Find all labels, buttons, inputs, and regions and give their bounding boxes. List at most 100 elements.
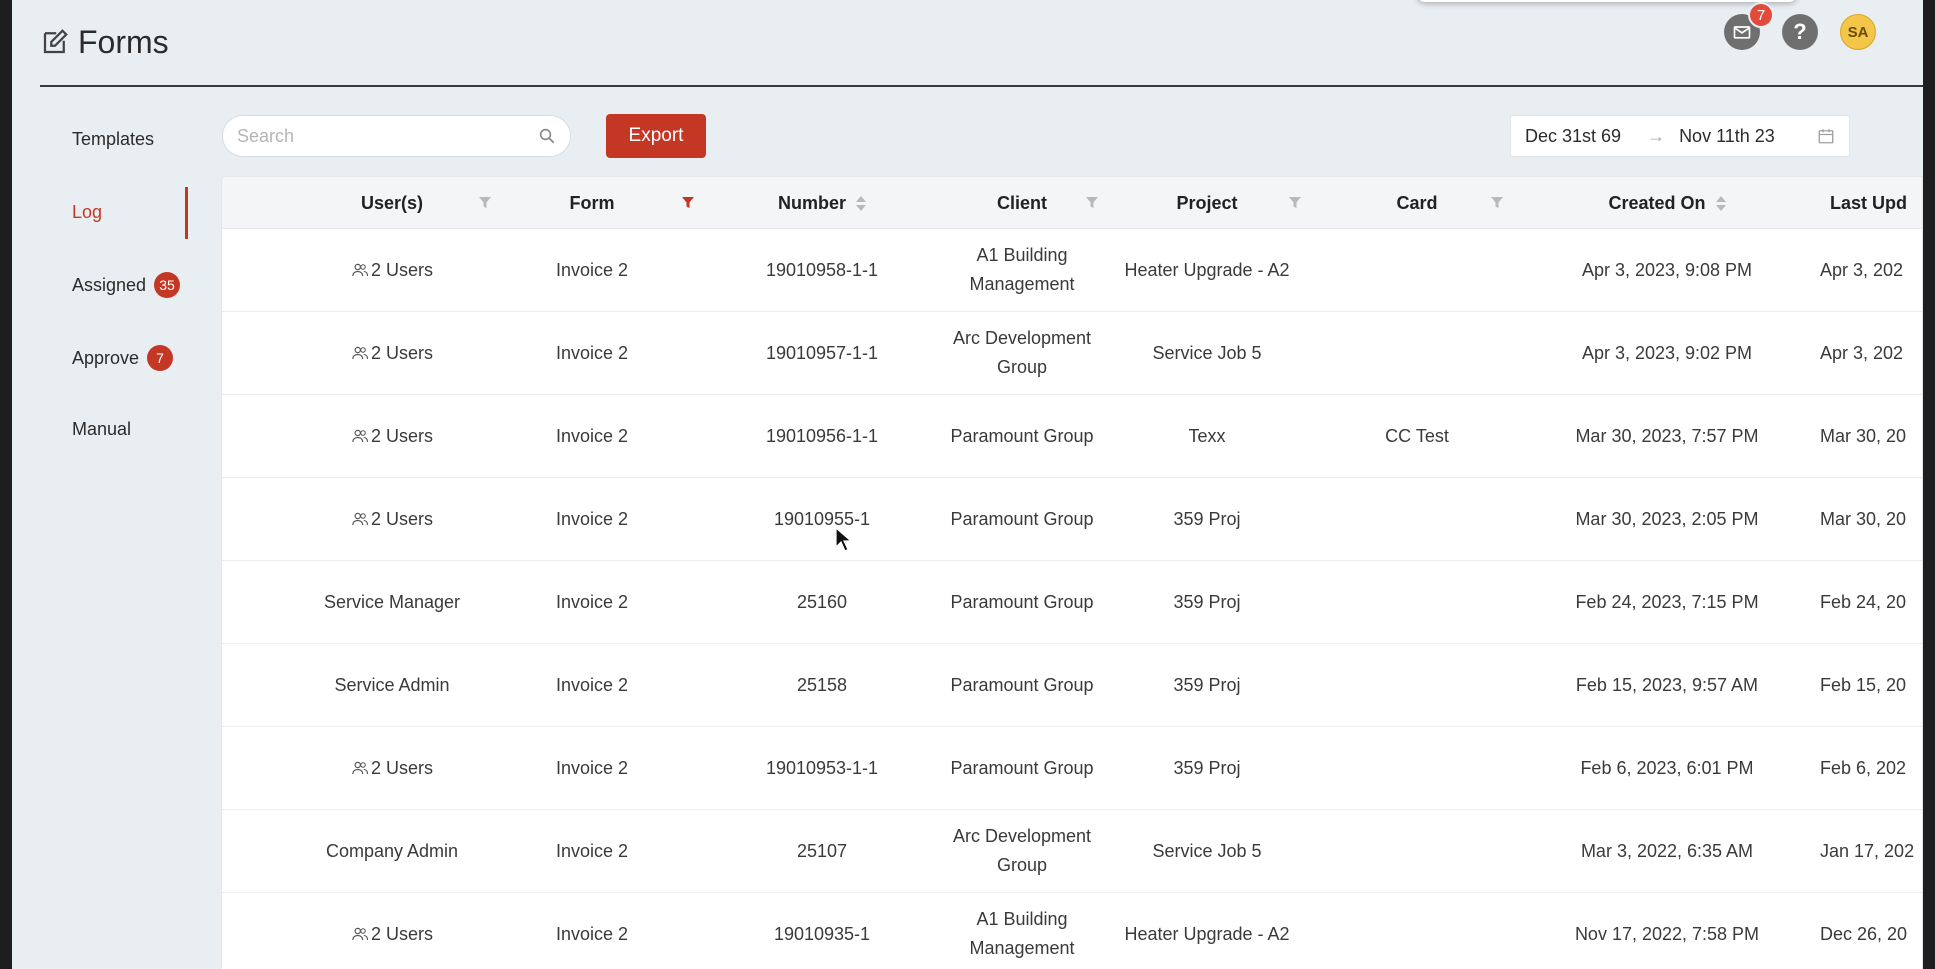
column-header-users[interactable]: User(s) <box>282 177 502 229</box>
cell-users: 2 Users <box>282 395 502 477</box>
column-header-form[interactable]: Form <box>502 177 682 229</box>
filter-icon[interactable] <box>1288 195 1302 209</box>
table-row[interactable]: 2 Users Invoice 2 19010956-1-1 Paramount Gr… <box>222 395 1922 478</box>
table-row[interactable]: Service Manager Invoice 2 25160 Paramount G… <box>222 561 1922 644</box>
cell-updated: Feb 15, 20 <box>1820 644 1922 726</box>
cell-text: Invoice 2 <box>555 923 629 944</box>
cell-created: Feb 24, 2023, 7:15 PM <box>1542 561 1792 643</box>
cell-project: 359 Proj <box>1122 561 1292 643</box>
cell-text: Mar 30, 2023, 7:57 PM <box>1575 425 1759 446</box>
sort-icon[interactable] <box>856 195 866 211</box>
sidebar-item-label: Assigned <box>72 274 147 295</box>
filter-active-icon[interactable] <box>681 195 695 209</box>
cell-text: Company Admin <box>325 840 459 861</box>
popup-edge <box>1417 0 1797 2</box>
cell-created: Mar 30, 2023, 7:57 PM <box>1542 395 1792 477</box>
search-box[interactable] <box>222 115 571 157</box>
screen-left-edge <box>0 0 12 969</box>
cell-updated: Mar 30, 20 <box>1820 395 1922 477</box>
cell-form: Invoice 2 <box>502 478 682 560</box>
filter-icon[interactable] <box>1085 195 1099 209</box>
sidebar-item-approve[interactable]: Approve 7 <box>72 345 174 371</box>
help-button[interactable]: ? <box>1782 14 1818 50</box>
sidebar-item-assigned[interactable]: Assigned 35 <box>72 272 181 298</box>
table-row[interactable]: 2 Users Invoice 2 19010935-1 A1 Building Ma… <box>222 893 1922 969</box>
filter-icon[interactable] <box>1490 195 1504 209</box>
cell-text: CC Test <box>1385 425 1449 446</box>
cell-form: Invoice 2 <box>502 229 682 311</box>
cell-client: A1 Building Management <box>922 229 1122 311</box>
cell-text: 19010953-1-1 <box>765 757 879 778</box>
cell-card <box>1352 478 1482 560</box>
page-header: Forms <box>40 20 169 64</box>
cell-created: Feb 15, 2023, 9:57 AM <box>1542 644 1792 726</box>
cell-text: Feb 15, 2023, 9:57 AM <box>1575 674 1759 695</box>
sidebar-item-log[interactable]: Log <box>72 202 102 223</box>
cell-project: 359 Proj <box>1122 644 1292 726</box>
cell-project: Service Job 5 <box>1122 810 1292 892</box>
cell-text: A1 Building Management <box>969 909 1075 958</box>
sidebar-item-manual[interactable]: Manual <box>72 419 131 440</box>
column-header-card[interactable]: Card <box>1352 177 1482 229</box>
sidebar-item-templates[interactable]: Templates <box>72 129 154 150</box>
avatar[interactable]: SA <box>1840 14 1876 50</box>
table-row[interactable]: 2 Users Invoice 2 19010957-1-1 Arc Developm… <box>222 312 1922 395</box>
users-icon <box>352 761 369 775</box>
table-row[interactable]: 2 Users Invoice 2 19010955-1 Paramount Grou… <box>222 478 1922 561</box>
date-to[interactable]: Nov 11th 23 <box>1679 126 1775 147</box>
cell-card <box>1352 312 1482 394</box>
cell-project: Heater Upgrade - A2 <box>1122 229 1292 311</box>
cell-text: Invoice 2 <box>555 508 629 529</box>
cell-updated: Feb 6, 202 <box>1820 727 1922 809</box>
cell-updated: Dec 26, 20 <box>1820 893 1922 969</box>
cell-text: Invoice 2 <box>555 342 629 363</box>
cell-text: Invoice 2 <box>555 259 629 280</box>
search-input[interactable] <box>237 125 538 147</box>
table-row[interactable]: Company Admin Invoice 2 25107 Arc Developme… <box>222 810 1922 893</box>
cell-text: Apr 3, 202 <box>1820 342 1904 363</box>
sidebar-item-label: Manual <box>72 419 132 439</box>
search-icon[interactable] <box>538 127 556 145</box>
filter-icon[interactable] <box>478 195 492 209</box>
cell-number: 19010957-1-1 <box>722 312 922 394</box>
table-row[interactable]: 2 Users Invoice 2 19010953-1-1 Paramount Gr… <box>222 727 1922 810</box>
table-row[interactable]: Service Admin Invoice 2 25158 Paramount Gro… <box>222 644 1922 727</box>
cell-number: 19010953-1-1 <box>722 727 922 809</box>
cell-client: Arc Development Group <box>922 312 1122 394</box>
column-header-last-updated[interactable]: Last Upd <box>1830 177 1922 229</box>
export-button[interactable]: Export <box>606 114 706 158</box>
table-row[interactable]: 2 Users Invoice 2 19010958-1-1 A1 Building … <box>222 229 1922 312</box>
cell-users: 2 Users <box>282 893 502 969</box>
cell-project: 359 Proj <box>1122 478 1292 560</box>
cell-updated: Mar 30, 20 <box>1820 478 1922 560</box>
cell-users: Service Manager <box>282 561 502 643</box>
cell-card <box>1352 810 1482 892</box>
cell-users: 2 Users <box>282 229 502 311</box>
cell-number: 25107 <box>722 810 922 892</box>
cell-client: Paramount Group <box>922 478 1122 560</box>
cell-text: Mar 30, 20 <box>1820 425 1907 446</box>
cell-text: Jan 17, 202 <box>1820 840 1915 861</box>
cell-form: Invoice 2 <box>502 727 682 809</box>
cell-text: 359 Proj <box>1173 674 1241 695</box>
date-range-picker[interactable]: Dec 31st 69 → Nov 11th 23 <box>1510 115 1850 157</box>
cell-text: Feb 24, 20 <box>1820 591 1907 612</box>
cell-text: 19010955-1 <box>773 508 871 529</box>
cell-created: Nov 17, 2022, 7:58 PM <box>1542 893 1792 969</box>
log-table: User(s) Form Number Client Project Card <box>222 177 1922 969</box>
calendar-icon[interactable] <box>1817 127 1835 145</box>
column-header-project[interactable]: Project <box>1122 177 1292 229</box>
cell-text: 19010957-1-1 <box>765 342 879 363</box>
cell-text: Service Job 5 <box>1152 342 1262 363</box>
sort-icon[interactable] <box>1715 195 1726 211</box>
cell-text: Apr 3, 202 <box>1820 259 1904 280</box>
cell-text: 19010935-1 <box>773 923 871 944</box>
column-header-created-on[interactable]: Created On <box>1542 177 1792 229</box>
column-header-number[interactable]: Number <box>722 177 922 229</box>
cell-client: Paramount Group <box>922 727 1122 809</box>
cell-text: Invoice 2 <box>555 591 629 612</box>
date-from[interactable]: Dec 31st 69 <box>1525 126 1621 147</box>
cell-text: 359 Proj <box>1173 591 1241 612</box>
cell-text: Paramount Group <box>950 591 1094 612</box>
mail-button[interactable]: 7 <box>1724 2 1774 50</box>
